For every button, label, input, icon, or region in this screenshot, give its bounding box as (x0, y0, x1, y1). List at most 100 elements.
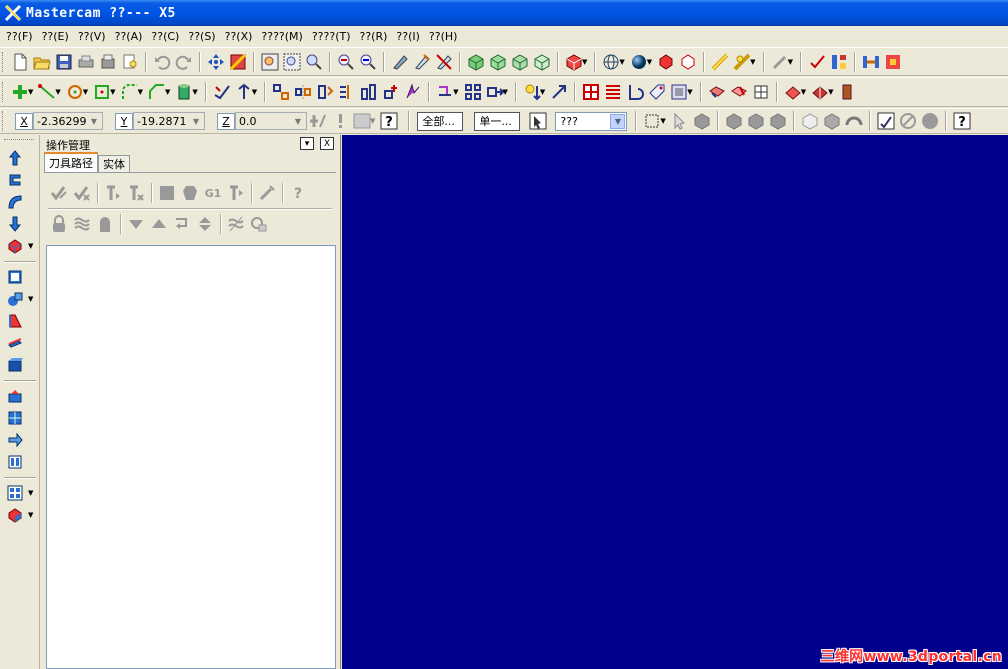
chevron-down-icon[interactable]: ▼ (687, 88, 692, 96)
selection-mode-icon[interactable] (527, 110, 549, 132)
toolpath-wave-icon[interactable] (225, 213, 247, 235)
clear-colors-icon[interactable] (433, 51, 455, 73)
tool-icon[interactable] (882, 51, 904, 73)
graphics-viewport[interactable]: 三维网www.3dportal.cn (342, 135, 1008, 669)
select-single-button[interactable]: 单一... (474, 111, 521, 131)
chevron-down-icon[interactable]: ▼ (503, 88, 508, 96)
boolean-add-icon[interactable] (5, 289, 25, 309)
save-icon[interactable] (53, 51, 75, 73)
scale-icon[interactable] (336, 81, 358, 103)
trim-solid-icon[interactable] (5, 333, 25, 353)
menu-settings[interactable]: ??(I) (394, 30, 427, 43)
panel-pin-button[interactable]: ▾ (300, 137, 314, 150)
back-face-icon[interactable] (799, 110, 821, 132)
trim-icon[interactable] (211, 81, 233, 103)
repaint-icon[interactable] (389, 51, 411, 73)
grid-solid-icon[interactable] (5, 408, 25, 428)
translate-icon[interactable] (270, 81, 292, 103)
y-coord-input[interactable]: -19.2871 ▼ (133, 112, 205, 130)
regenerate-dirty-icon[interactable] (125, 182, 147, 204)
stretch-icon[interactable] (402, 81, 424, 103)
select-all-ops-icon[interactable] (48, 182, 70, 204)
chevron-down-icon[interactable]: ▼ (788, 58, 793, 66)
select-failed-ops-icon[interactable] (71, 182, 93, 204)
stop-icon[interactable] (919, 110, 941, 132)
chevron-down-icon[interactable]: ▼ (647, 58, 652, 66)
solid-select-icon[interactable] (691, 110, 713, 132)
menu-analyze[interactable]: ??(A) (113, 30, 150, 43)
menu-xform[interactable]: ??(X) (223, 30, 260, 43)
solid-from-surface-icon[interactable] (5, 430, 25, 450)
thicken-solid-icon[interactable] (5, 355, 25, 375)
letter-icon[interactable] (624, 81, 646, 103)
insert-arrow-icon[interactable] (171, 213, 193, 235)
chevron-down-icon[interactable]: ▼ (370, 117, 375, 125)
x-coord-input[interactable]: -2.36299 ▼ (33, 112, 103, 130)
iso-view-icon[interactable] (531, 51, 553, 73)
table-grid-icon[interactable] (580, 81, 602, 103)
fast-point-icon[interactable] (307, 110, 329, 132)
lock-ops-icon[interactable] (48, 213, 70, 235)
rotate-icon[interactable] (314, 81, 336, 103)
chevron-down-icon[interactable]: ▼ (87, 114, 101, 128)
mirror-icon[interactable] (292, 81, 314, 103)
solid-shell-icon[interactable] (836, 81, 858, 103)
chevron-down-icon[interactable]: ▼ (110, 88, 115, 96)
shade-icon[interactable] (227, 51, 249, 73)
chevron-down-icon[interactable]: ▼ (252, 88, 257, 96)
regen-icon[interactable] (411, 51, 433, 73)
move-down-icon[interactable] (125, 213, 147, 235)
z-coord-input[interactable]: 0.0 ▼ (235, 112, 307, 130)
tab-solids[interactable]: 实体 (98, 155, 130, 172)
solid-revolve-icon[interactable] (728, 81, 750, 103)
chevron-down-icon[interactable]: ▼ (828, 88, 833, 96)
verify-ops-icon[interactable] (179, 182, 201, 204)
chevron-down-icon[interactable]: ▼ (540, 88, 545, 96)
menu-create[interactable]: ??(C) (149, 30, 186, 43)
chevron-down-icon[interactable]: ▼ (28, 295, 33, 303)
chevron-down-icon[interactable]: ▼ (28, 489, 33, 497)
chevron-down-icon[interactable]: ▼ (165, 88, 170, 96)
fillet-solid-icon[interactable] (5, 236, 25, 256)
z-coord-label[interactable]: Z (217, 112, 235, 130)
checklist-icon[interactable] (875, 110, 897, 132)
solid-layout-grid-icon[interactable] (5, 483, 25, 503)
menu-machine-type[interactable]: ????(M) (259, 30, 309, 43)
chevron-down-icon[interactable]: ▼ (28, 511, 33, 519)
layout-solid-icon[interactable] (5, 386, 25, 406)
project-icon[interactable] (380, 81, 402, 103)
face-select-icon[interactable] (723, 110, 745, 132)
tab-toolpaths[interactable]: 刀具路径 (44, 152, 98, 172)
chevron-down-icon[interactable]: ▼ (619, 58, 624, 66)
g1-post-icon[interactable]: G1 (202, 182, 224, 204)
tag-icon[interactable] (646, 81, 668, 103)
pan-icon[interactable] (205, 51, 227, 73)
menu-edit[interactable]: ??(E) (40, 30, 76, 43)
chevron-down-icon[interactable]: ▼ (291, 114, 305, 128)
chevron-down-icon[interactable]: ▼ (83, 88, 88, 96)
outline-solid-icon[interactable] (677, 51, 699, 73)
solid-history-icon[interactable] (5, 452, 25, 472)
chevron-down-icon[interactable]: ▼ (138, 88, 143, 96)
print-setup-icon[interactable] (75, 51, 97, 73)
solid-feature-icon[interactable] (5, 505, 25, 525)
side-view-icon[interactable] (509, 51, 531, 73)
chevron-down-icon[interactable]: ▼ (192, 88, 197, 96)
scroll-to-insert-icon[interactable] (194, 213, 216, 235)
verify-icon[interactable] (821, 110, 843, 132)
toolbar-grip[interactable] (2, 111, 6, 131)
chevron-down-icon[interactable]: ▼ (582, 58, 587, 66)
menu-toolpaths[interactable]: ????(T) (310, 30, 358, 43)
menu-file[interactable]: ??(F) (4, 30, 40, 43)
solid-box-icon[interactable] (750, 81, 772, 103)
x-coord-label[interactable]: X (15, 112, 33, 130)
shell-solid-icon[interactable] (5, 267, 25, 287)
zoom-out-icon[interactable] (357, 51, 379, 73)
ops-help-icon[interactable]: ? (287, 182, 309, 204)
help-icon[interactable]: ? (378, 110, 400, 132)
selection-filter-select[interactable]: ??? ▼ (555, 111, 628, 131)
print-preview-icon[interactable] (119, 51, 141, 73)
dimension-icon[interactable] (548, 81, 570, 103)
toggle-posting-icon[interactable] (94, 213, 116, 235)
shaded-solid-icon[interactable] (655, 51, 677, 73)
